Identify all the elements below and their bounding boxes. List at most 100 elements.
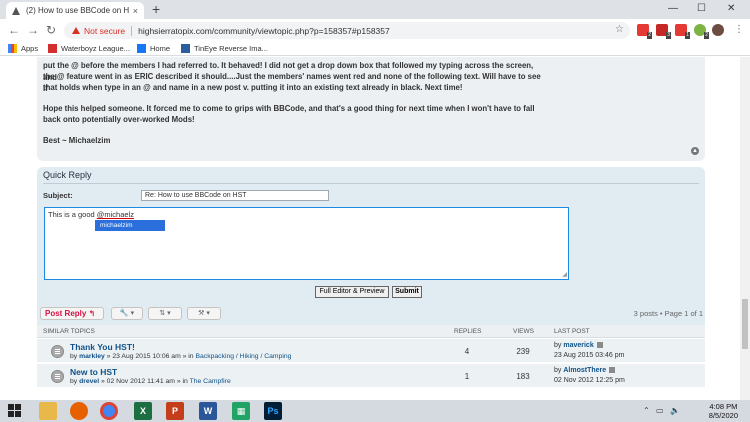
column-last-post: Last Post <box>554 328 590 335</box>
facebook-icon <box>137 44 146 53</box>
new-tab-button[interactable]: + <box>152 1 160 17</box>
tab-close-icon[interactable]: × <box>133 6 138 16</box>
page-content: put the @ before the members I had refer… <box>0 57 740 400</box>
views-count: 183 <box>516 372 530 381</box>
topic-row: Thank You HST! by markley » 23 Aug 2015 … <box>37 339 705 363</box>
resize-grip-icon[interactable]: ◢ <box>562 272 567 278</box>
windows-taskbar: X P W ▦ Ps ⌃ ▭ 🔈 4:08 PM 8/5/2020 <box>0 400 750 422</box>
view-latest-post-icon[interactable] <box>609 367 616 374</box>
close-window-button[interactable]: ✕ <box>727 3 735 14</box>
topic-read-icon <box>51 345 64 358</box>
subject-label: Subject: <box>43 191 73 200</box>
clock-date: 8/5/2020 <box>708 411 738 420</box>
back-arrow-icon[interactable]: ← <box>8 23 20 37</box>
similar-topics-header: Similar Topics Replies Views Last Post <box>37 325 705 338</box>
mention-text: @michaelz <box>96 210 134 219</box>
post-reply-button[interactable]: Post Reply ↰ <box>40 307 104 320</box>
system-clock[interactable]: 4:08 PM 8/5/2020 <box>709 402 738 420</box>
views-count: 239 <box>516 347 530 356</box>
photoshop-icon[interactable]: Ps <box>264 402 282 420</box>
forum-link[interactable]: The Campfire <box>190 378 231 385</box>
bookmark-waterboyz[interactable]: Waterboyz League... <box>48 44 130 53</box>
last-post-author-link[interactable]: maverick <box>563 342 593 349</box>
divider <box>43 183 699 184</box>
clock-time: 4:08 PM <box>709 402 738 411</box>
post-signature: Best ~ Michaelzim <box>43 136 111 145</box>
excel-icon[interactable]: X <box>134 402 152 420</box>
bookmark-tineye[interactable]: TinEye Reverse Ima... <box>181 44 268 53</box>
last-post-author: by maverick <box>554 342 603 349</box>
post-text-line: Hope this helped someone. It forced me t… <box>43 104 535 113</box>
reload-icon[interactable]: ↻ <box>46 23 56 37</box>
maximize-button[interactable]: ☐ <box>697 3 706 14</box>
topic-author-link[interactable]: drevel <box>79 378 99 385</box>
back-to-top-icon[interactable]: ▲ <box>691 147 699 155</box>
word-icon[interactable]: W <box>199 402 217 420</box>
column-replies: Replies <box>454 328 482 335</box>
column-topics: Similar Topics <box>43 328 95 335</box>
post-text-line: back onto potentially over-worked Mods! <box>43 115 195 124</box>
topic-tools-button[interactable]: 🔧 ▾ <box>111 307 143 320</box>
not-secure-label[interactable]: Not secure <box>84 26 125 36</box>
reply-arrow-icon: ↰ <box>88 309 96 318</box>
network-icon[interactable]: ▭ <box>656 406 664 415</box>
extension-icon-2[interactable]: 3 <box>656 24 671 39</box>
sort-options-button[interactable]: ⇅ ▾ <box>148 307 182 320</box>
mention-suggestion[interactable]: michaelzim <box>95 220 165 231</box>
spreadsheet-icon[interactable]: ▦ <box>232 402 250 420</box>
wrench-icon: 🔧 <box>119 310 129 317</box>
last-post-date: 23 Aug 2015 03:46 pm <box>554 352 625 359</box>
start-windows-icon[interactable] <box>8 404 22 418</box>
view-latest-post-icon[interactable] <box>596 342 603 349</box>
column-views: Views <box>513 328 534 335</box>
minimize-button[interactable]: — <box>668 3 678 14</box>
last-post-date: 02 Nov 2012 12:25 pm <box>554 377 625 384</box>
bookmark-star-icon[interactable]: ☆ <box>615 24 624 35</box>
forward-arrow-icon[interactable]: → <box>27 23 39 37</box>
replies-count: 4 <box>464 347 470 356</box>
extension-icon-4[interactable]: 2 <box>694 24 709 39</box>
bookmarks-bar: Apps Waterboyz League... Home TinEye Rev… <box>0 42 750 56</box>
sort-icon: ⇅ <box>159 310 166 317</box>
address-bar[interactable]: Not secure highsierratopix.com/community… <box>64 22 630 39</box>
topic-actions-bar: Post Reply ↰ 🔧 ▾ ⇅ ▾ ⚒ ▾ 3 posts • Page … <box>37 307 705 321</box>
page-scrollbar[interactable] <box>740 57 750 400</box>
waterboyz-icon <box>48 44 57 53</box>
similar-topics-table: Similar Topics Replies Views Last Post T… <box>37 325 705 400</box>
moderator-tools-button[interactable]: ⚒ ▾ <box>187 307 221 320</box>
powerpoint-icon[interactable]: P <box>166 402 184 420</box>
pagination-info: 3 posts • Page 1 of 1 <box>633 309 703 318</box>
last-post-author-link[interactable]: AlmostThere <box>563 367 606 374</box>
topic-row: New to HST by drevel » 02 Nov 2012 11:41… <box>37 364 705 388</box>
topic-read-icon <box>51 370 64 383</box>
forum-link[interactable]: Backpacking / Hiking / Camping <box>195 353 291 360</box>
bookmark-apps[interactable]: Apps <box>8 44 38 53</box>
extension-icon-3[interactable]: 1 <box>675 24 690 39</box>
bookmark-home[interactable]: Home <box>137 44 170 53</box>
full-editor-button[interactable]: Full Editor & Preview <box>315 286 389 298</box>
browser-tab[interactable]: (2) How to use BBCode on HST × <box>6 2 144 19</box>
menu-kebab-icon[interactable]: ⋮ <box>734 23 744 37</box>
topic-title-link[interactable]: Thank You HST! <box>70 342 135 352</box>
topic-meta: by markley » 23 Aug 2015 10:06 am » in B… <box>70 353 292 360</box>
url-text[interactable]: highsierratopix.com/community/viewtopic.… <box>138 26 390 36</box>
tray-chevron-icon[interactable]: ⌃ <box>643 406 650 415</box>
firefox-icon[interactable] <box>70 402 88 420</box>
message-text: This is a good @michaelz <box>48 210 134 219</box>
submit-button[interactable]: Submit <box>392 286 422 298</box>
extension-icon-1[interactable]: 2 <box>637 24 652 39</box>
file-explorer-icon[interactable] <box>39 402 57 420</box>
address-divider <box>131 25 133 36</box>
subject-input[interactable]: Re: How to use BBCode on HST <box>141 190 329 201</box>
scrollbar-thumb[interactable] <box>742 299 748 349</box>
profile-avatar[interactable] <box>712 24 724 36</box>
topic-title-link[interactable]: New to HST <box>70 367 117 377</box>
chrome-icon[interactable] <box>100 402 118 420</box>
volume-icon[interactable]: 🔈 <box>670 406 680 415</box>
replies-count: 1 <box>464 372 470 381</box>
topic-author-link[interactable]: markley <box>79 353 105 360</box>
quick-reply-heading: Quick Reply <box>43 170 92 180</box>
message-textarea[interactable]: This is a good @michaelz michaelzim ◢ <box>44 207 569 280</box>
forum-post: put the @ before the members I had refer… <box>37 57 705 161</box>
tab-strip: (2) How to use BBCode on HST × + — ☐ ✕ <box>0 0 750 19</box>
